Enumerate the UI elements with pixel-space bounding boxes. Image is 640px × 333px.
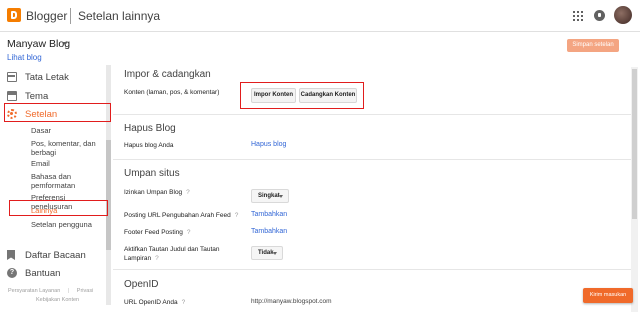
help-icon: ? bbox=[7, 268, 17, 278]
sidebar-footer: Persyaratan Layanan | Privasi Kebijakan … bbox=[8, 287, 104, 305]
section-title-delete-blog: Hapus Blog bbox=[124, 123, 176, 134]
chevron-down-icon bbox=[279, 195, 283, 198]
select-value: Singkat bbox=[258, 193, 280, 199]
blogger-logo-icon[interactable] bbox=[7, 8, 21, 22]
row-label-openid-url: URL OpenID Anda? bbox=[124, 298, 185, 307]
send-feedback-button[interactable]: Kirim masukan bbox=[583, 288, 633, 303]
avatar[interactable] bbox=[614, 6, 632, 24]
blog-selector[interactable]: Manyaw Blog bbox=[7, 38, 70, 50]
row-label-content: Konten (laman, pos, & komentar) bbox=[124, 89, 220, 96]
save-settings-button[interactable]: Simpan setelan bbox=[567, 39, 619, 52]
section-title-import-backup: Impor & cadangkan bbox=[124, 69, 211, 80]
help-hint-icon[interactable]: ? bbox=[182, 299, 186, 306]
top-bar: Blogger Setelan lainnya bbox=[0, 0, 640, 32]
apps-icon[interactable] bbox=[573, 11, 583, 21]
sidebar-item-label: Bantuan bbox=[25, 268, 61, 279]
header-divider bbox=[70, 8, 71, 24]
section-title-site-feed: Umpan situs bbox=[124, 168, 180, 179]
other-highlight-box bbox=[9, 200, 108, 216]
row-label-text: Posting URL Pengubahan Arah Feed bbox=[124, 212, 231, 219]
sidebar-scrollbar[interactable] bbox=[106, 65, 111, 305]
row-label-text: Izinkan Umpan Blog bbox=[124, 189, 183, 196]
help-hint-icon[interactable]: ? bbox=[155, 255, 159, 262]
section-divider bbox=[113, 159, 631, 160]
section-divider bbox=[113, 114, 631, 115]
privacy-link[interactable]: Privasi bbox=[77, 287, 94, 296]
help-hint-icon[interactable]: ? bbox=[186, 189, 190, 196]
add-redirect-url-link[interactable]: Tambahkan bbox=[251, 211, 287, 218]
row-label-allow-feed: Izinkan Umpan Blog? bbox=[124, 188, 190, 197]
layout-icon bbox=[7, 72, 17, 82]
settings-highlight-box bbox=[4, 103, 111, 122]
sub-item-posts-comments[interactable]: Pos, komentar, dan berbagi bbox=[31, 139, 105, 157]
sub-item-user-settings[interactable]: Setelan pengguna bbox=[31, 220, 105, 229]
content-policy-link[interactable]: Kebijakan Konten bbox=[36, 296, 79, 305]
row-label-title-links: Aktifkan Tautan Judul dan Tautan Lampira… bbox=[124, 245, 234, 263]
chevron-down-icon bbox=[273, 252, 277, 255]
row-label-redirect-url: Posting URL Pengubahan Arah Feed? bbox=[124, 211, 238, 220]
import-content-button[interactable]: Impor Konten bbox=[251, 88, 296, 103]
sub-item-language[interactable]: Bahasa dan pemformatan bbox=[31, 172, 105, 190]
row-label-delete-blog: Hapus blog Anda bbox=[124, 142, 174, 149]
sidebar-item-label: Daftar Bacaan bbox=[25, 250, 86, 261]
sub-item-basic[interactable]: Dasar bbox=[31, 126, 105, 135]
sub-item-email[interactable]: Email bbox=[31, 159, 105, 168]
chevron-down-icon[interactable] bbox=[62, 42, 68, 45]
section-title-openid: OpenID bbox=[124, 279, 159, 290]
theme-icon bbox=[7, 91, 17, 101]
select-value: Tidak bbox=[258, 250, 274, 256]
title-links-select[interactable]: Tidak bbox=[251, 246, 283, 260]
section-divider bbox=[113, 269, 631, 270]
main-content bbox=[113, 64, 640, 333]
row-label-text: URL OpenID Anda bbox=[124, 299, 178, 306]
delete-blog-link[interactable]: Hapus blog bbox=[251, 141, 286, 148]
sidebar-item-label: Tata Letak bbox=[25, 72, 69, 83]
help-hint-icon[interactable]: ? bbox=[235, 212, 239, 219]
footer-divider: | bbox=[67, 288, 70, 294]
notifications-icon[interactable] bbox=[594, 10, 605, 21]
row-label-feed-footer: Footer Feed Posting? bbox=[124, 228, 191, 237]
sidebar-item-label: Tema bbox=[25, 91, 49, 102]
backup-content-button[interactable]: Cadangkan Konten bbox=[299, 88, 357, 103]
allow-feed-select[interactable]: Singkat bbox=[251, 189, 289, 203]
row-label-text: Footer Feed Posting bbox=[124, 229, 183, 236]
page-title: Setelan lainnya bbox=[78, 9, 161, 23]
help-hint-icon[interactable]: ? bbox=[187, 229, 191, 236]
openid-url-value: http://manyaw.blogspot.com bbox=[251, 298, 332, 305]
add-feed-footer-link[interactable]: Tambahkan bbox=[251, 228, 287, 235]
terms-link[interactable]: Persyaratan Layanan bbox=[8, 287, 60, 296]
row-label-text: Aktifkan Tautan Judul dan Tautan Lampira… bbox=[124, 246, 220, 262]
main-scrollbar[interactable] bbox=[631, 67, 638, 312]
brand-name[interactable]: Blogger bbox=[26, 9, 67, 23]
view-blog-link[interactable]: Lihat blog bbox=[7, 53, 42, 62]
